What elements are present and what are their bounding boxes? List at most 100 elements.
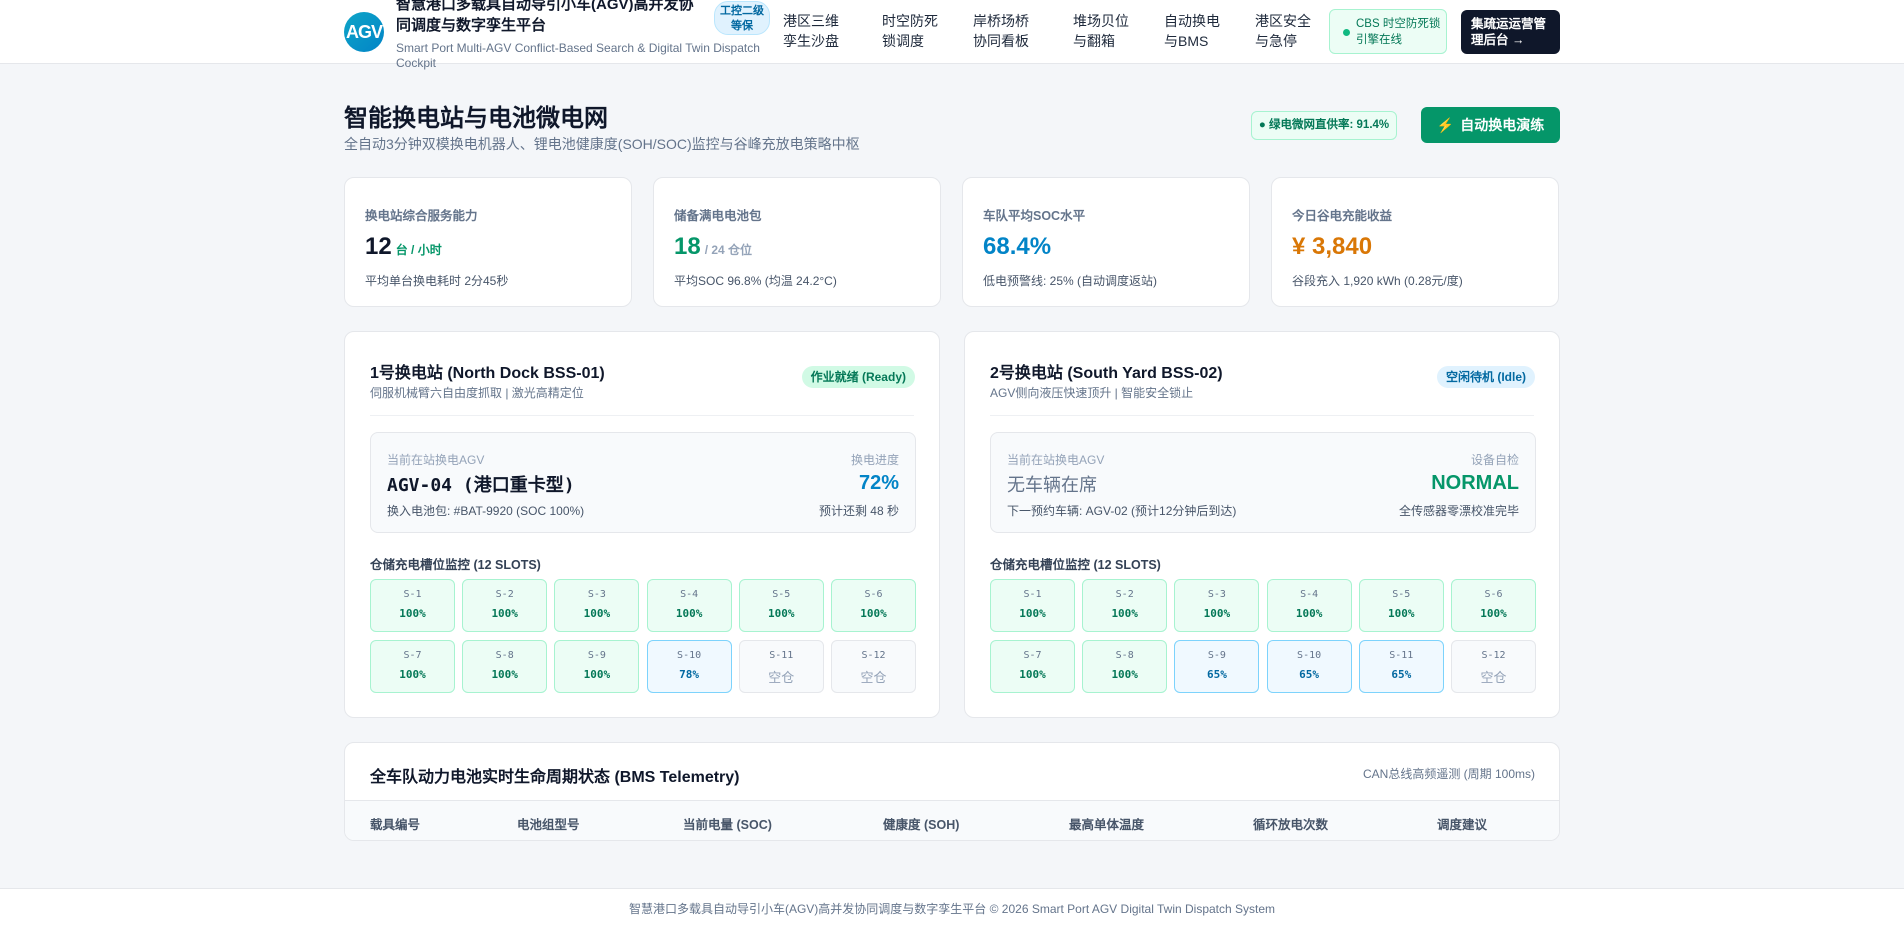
kpi-number: 68.4% <box>983 233 1052 260</box>
top-header: AGV 智慧港口多载具自动导引小车(AGV)高并发协同调度与数字孪生平台 Sma… <box>0 0 1904 70</box>
slot-id: S-1 <box>403 589 422 600</box>
kpi-label: 换电站综合服务能力 <box>365 209 478 223</box>
kpi-unit: / 24 仓位 <box>704 243 753 257</box>
self-check-value: NORMAL <box>1431 472 1519 494</box>
charging-slot[interactable]: S-8 100% <box>462 640 548 693</box>
nav-item-twin-sandbox[interactable]: 港区三维孪生沙盘 <box>783 11 847 51</box>
charging-slot[interactable]: S-2 100% <box>462 579 548 632</box>
slot-soc: 空仓 <box>860 671 887 686</box>
station-status-badge: 作业就绪 (Ready) <box>801 366 915 388</box>
slot-soc: 100% <box>1480 607 1507 620</box>
online-dot-icon <box>1343 29 1350 36</box>
slot-id: S-4 <box>680 589 699 600</box>
slot-soc: 100% <box>491 607 518 620</box>
charging-slot[interactable]: S-12 空仓 <box>1451 640 1536 693</box>
charging-slot[interactable]: S-11 65% <box>1358 640 1444 693</box>
slot-soc: 100% <box>491 668 518 681</box>
slot-soc: 65% <box>1391 668 1412 681</box>
nav-item-yard-bay[interactable]: 堆场贝位与翻箱 <box>1073 11 1137 51</box>
slot-soc: 100% <box>583 607 611 620</box>
slot-soc: 100% <box>1388 607 1415 620</box>
bms-title: 全车队动力电池实时生命周期状态 (BMS Telemetry) <box>370 769 740 786</box>
column-header[interactable]: 载具编号 <box>370 814 420 833</box>
column-header[interactable]: 调度建议 <box>1437 814 1487 833</box>
charging-slot[interactable]: S-1 100% <box>370 579 455 632</box>
nav-item-battery-swap-bms[interactable]: 自动换电与BMS <box>1164 11 1228 51</box>
slot-id: S-9 <box>1207 650 1226 661</box>
slot-id: S-1 <box>1023 589 1042 600</box>
charging-slot[interactable]: S-5 100% <box>1358 579 1444 632</box>
nav-item-crane-board[interactable]: 岸桥场桥协同看板 <box>973 11 1037 51</box>
current-agv-label: 当前在站换电AGV <box>387 453 485 467</box>
charging-slot[interactable]: S-3 100% <box>1174 579 1260 632</box>
kpi-note: 平均单台换电耗时 2分45秒 <box>365 274 509 288</box>
ops-admin-button[interactable]: 集疏运运营管理后台 → <box>1461 10 1560 54</box>
self-check-label: 设备自检 <box>1470 453 1519 467</box>
page-subtitle: 全自动3分钟双模换电机器人、锂电池健康度(SOH/SOC)监控与谷峰充放电策略中… <box>344 136 860 152</box>
charging-slot[interactable]: S-7 100% <box>370 640 455 693</box>
swap-progress-note: 预计还剩 48 秒 <box>818 504 899 518</box>
charging-slot[interactable]: S-10 78% <box>646 640 732 693</box>
bms-telemetry-panel: 全车队动力电池实时生命周期状态 (BMS Telemetry) CAN总线高频遥… <box>344 742 1560 841</box>
auto-swap-drill-label: 自动换电演练 <box>1460 117 1545 133</box>
column-header[interactable]: 循环放电次数 <box>1253 814 1328 833</box>
charging-slot[interactable]: S-10 65% <box>1266 640 1352 693</box>
kpi-note: 低电预警线: 25% (自动调度返站) <box>983 274 1158 288</box>
kpi-value: ¥ 3,840 <box>1292 233 1376 261</box>
kpi-number: 12 <box>365 233 392 260</box>
charging-slot[interactable]: S-7 100% <box>990 640 1075 693</box>
charging-slot[interactable]: S-8 100% <box>1082 640 1168 693</box>
nav-item-deadlock-dispatch[interactable]: 时空防死锁调度 <box>882 11 946 51</box>
charging-slot[interactable]: S-1 100% <box>990 579 1075 632</box>
nav-item-safety-estop[interactable]: 港区安全与急停 <box>1255 11 1319 51</box>
charging-slot[interactable]: S-4 100% <box>1266 579 1352 632</box>
slot-id: S-8 <box>495 650 514 661</box>
charging-slot[interactable]: S-12 空仓 <box>831 640 916 693</box>
green-power-rate-badge: ● 绿电微网直供率: 91.4% <box>1251 111 1397 140</box>
self-check-note: 全传感器零漂校准完毕 <box>1398 504 1519 518</box>
charging-slot[interactable]: S-5 100% <box>738 579 824 632</box>
kpi-card-service-capacity: 换电站综合服务能力 12 台 / 小时 平均单台换电耗时 2分45秒 <box>344 177 632 307</box>
slot-soc: 100% <box>583 668 611 681</box>
charging-slot[interactable]: S-2 100% <box>1082 579 1168 632</box>
current-agv-note: 换入电池包: #BAT-9920 (SOC 100%) <box>387 504 585 518</box>
slots-title: 仓储充电槽位监控 (12 SLOTS) <box>370 558 541 572</box>
charging-slot[interactable]: S-9 65% <box>1174 640 1260 693</box>
charging-slot[interactable]: S-9 100% <box>554 640 640 693</box>
column-header[interactable]: 电池组型号 <box>517 814 580 833</box>
charging-slot[interactable]: S-6 100% <box>831 579 916 632</box>
kpi-label: 车队平均SOC水平 <box>983 209 1086 223</box>
column-header[interactable]: 最高单体温度 <box>1069 814 1144 833</box>
slot-id: S-5 <box>1392 589 1411 600</box>
slot-id: S-7 <box>1023 650 1042 661</box>
kpi-card-reserve-batteries: 储备满电电池包 18/ 24 仓位 平均SOC 96.8% (均温 24.2°C… <box>653 177 941 307</box>
kpi-note: 谷段充入 1,920 kWh (0.28元/度) <box>1292 274 1463 288</box>
current-swap-box: 当前在站换电AGV AGV-04 (港口重卡型) 换入电池包: #BAT-992… <box>370 432 916 533</box>
column-header[interactable]: 健康度 (SOH) <box>883 814 959 833</box>
kpi-label: 储备满电电池包 <box>674 209 762 223</box>
charging-slot[interactable]: S-6 100% <box>1451 579 1536 632</box>
current-swap-box: 当前在站换电AGV 无车辆在席 下一预约车辆: AGV-02 (预计12分钟后到… <box>990 432 1536 533</box>
charging-slot[interactable]: S-3 100% <box>554 579 640 632</box>
slot-id: S-10 <box>1297 650 1322 661</box>
slot-soc: 78% <box>679 668 700 681</box>
column-header[interactable]: 当前电量 (SOC) <box>683 814 772 833</box>
slot-soc: 100% <box>1111 607 1138 620</box>
slot-id: S-11 <box>1389 650 1414 661</box>
charging-slot[interactable]: S-4 100% <box>646 579 732 632</box>
charging-slot[interactable]: S-11 空仓 <box>738 640 824 693</box>
lightning-icon: ⚡ <box>1436 117 1455 133</box>
divider <box>370 415 914 416</box>
slot-id: S-8 <box>1115 650 1134 661</box>
slot-soc: 100% <box>675 607 703 620</box>
station-status-badge: 空闲待机 (Idle) <box>1437 366 1535 388</box>
app-logo[interactable]: AGV <box>344 12 384 52</box>
slot-soc: 100% <box>1019 668 1046 681</box>
slot-id: S-11 <box>769 650 794 661</box>
slot-id: S-4 <box>1300 589 1319 600</box>
auto-swap-drill-button[interactable]: ⚡ 自动换电演练 <box>1421 107 1560 143</box>
kpi-value: 12 台 / 小时 <box>365 233 442 261</box>
slot-soc: 65% <box>1206 668 1227 681</box>
slot-id: S-12 <box>1481 650 1506 661</box>
slot-id: S-3 <box>1207 589 1226 600</box>
